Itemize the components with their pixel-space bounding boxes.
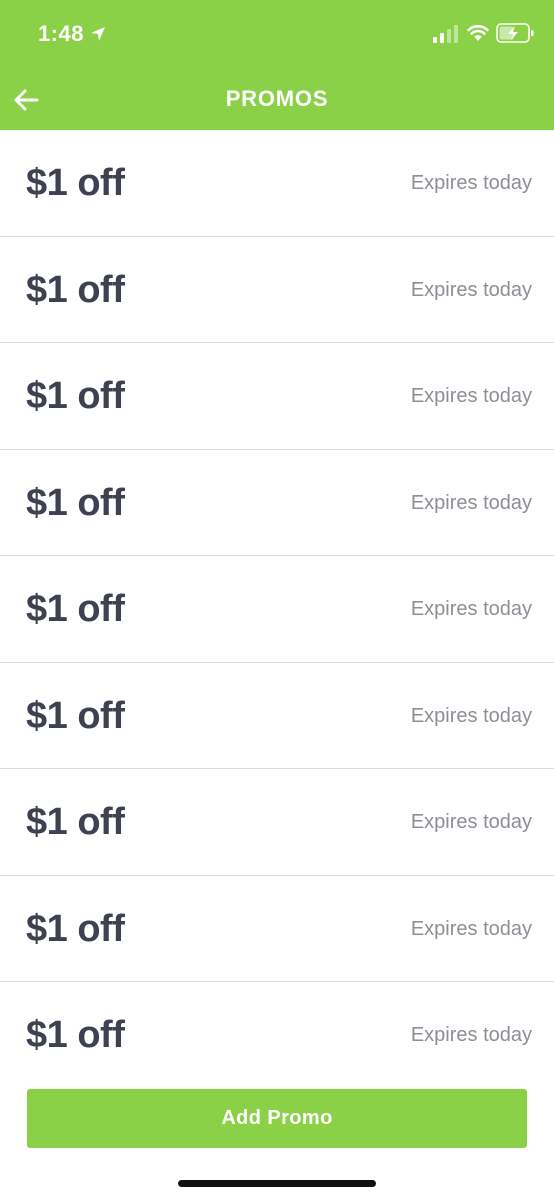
promo-row[interactable]: $1 off Expires today (0, 769, 554, 876)
promo-row[interactable]: $1 off Expires today (0, 450, 554, 556)
promo-row[interactable]: $1 off Expires today (0, 130, 554, 237)
promo-expiry: Expires today (410, 278, 532, 301)
promo-list: $1 off Expires today $1 off Expires toda… (0, 130, 554, 1085)
promo-expiry: Expires today (410, 385, 532, 407)
promo-amount: $1 off (26, 588, 125, 630)
promo-row[interactable]: $1 off Expires today (0, 663, 554, 769)
promo-amount: $1 off (26, 907, 125, 950)
page-title: PROMOS (225, 86, 329, 111)
status-bar: 1:48 (0, 0, 554, 70)
promo-amount: $1 off (26, 375, 125, 417)
promos-screen: 1:48 PROMOS $1 off Expires today $1 off … (0, 0, 554, 1200)
promo-amount: $1 off (26, 801, 125, 843)
promo-amount: $1 off (26, 1014, 125, 1056)
location-arrow-icon (91, 27, 105, 41)
promo-amount: $1 off (26, 162, 125, 204)
promo-expiry: Expires today (410, 1024, 532, 1046)
promo-expiry: Expires today (410, 598, 532, 620)
signal-icon (433, 25, 458, 43)
promo-row[interactable]: $1 off Expires today (0, 343, 554, 450)
promo-amount: $1 off (26, 694, 125, 737)
nav-bar: PROMOS (0, 70, 554, 130)
promo-amount: $1 off (26, 481, 125, 524)
promo-row[interactable]: $1 off Expires today (0, 556, 554, 663)
promo-row[interactable]: $1 off Expires today (0, 237, 554, 343)
promo-amount: $1 off (26, 268, 125, 311)
battery-charging-icon (496, 23, 534, 43)
promo-expiry: Expires today (410, 172, 532, 194)
add-promo-button[interactable]: Add Promo (27, 1089, 527, 1148)
promo-expiry: Expires today (410, 811, 532, 833)
promo-expiry: Expires today (410, 917, 532, 940)
promo-expiry: Expires today (410, 491, 532, 514)
status-time: 1:48 (38, 21, 85, 46)
wifi-icon (467, 24, 489, 41)
app-header: 1:48 PROMOS (0, 0, 554, 130)
home-indicator (178, 1180, 376, 1187)
promo-row[interactable]: $1 off Expires today (0, 982, 554, 1085)
promo-expiry: Expires today (410, 704, 532, 727)
promo-row[interactable]: $1 off Expires today (0, 876, 554, 982)
